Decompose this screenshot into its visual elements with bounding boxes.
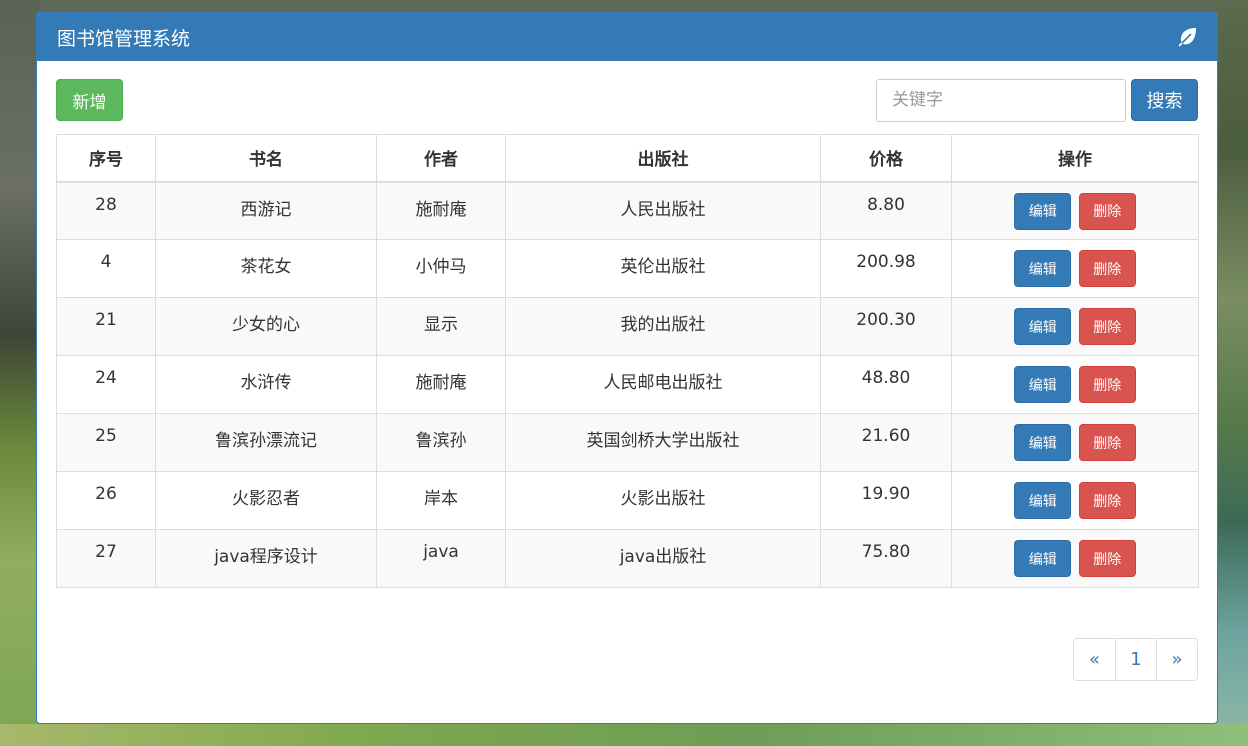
search-button[interactable]: 搜索 (1131, 79, 1198, 121)
panel-body: 新增 搜索 序号 书名 作者 出版社 价格 操作 (37, 61, 1217, 723)
cell-price: 8.80 (820, 181, 952, 240)
background-right (1214, 0, 1248, 746)
toolbar: 新增 搜索 (56, 78, 1198, 122)
edit-button[interactable]: 编辑 (1014, 424, 1072, 461)
delete-button[interactable]: 删除 (1078, 250, 1136, 287)
cell-title: 少女的心 (155, 297, 377, 356)
column-header-author: 作者 (376, 134, 506, 183)
delete-button[interactable]: 删除 (1078, 192, 1136, 230)
search-group: 搜索 (876, 78, 1198, 122)
cell-price: 200.98 (820, 239, 952, 298)
cell-publisher: 火影出版社 (505, 471, 821, 530)
cell-author: 施耐庵 (376, 355, 506, 414)
cell-price: 21.60 (820, 413, 952, 472)
page-title: 图书馆管理系统 (57, 27, 191, 50)
cell-price: 200.30 (820, 297, 952, 356)
table-row: 25 鲁滨孙漂流记 鲁滨孙 英国剑桥大学出版社 21.60 编辑 删除 (56, 413, 1199, 472)
cell-title: 茶花女 (155, 239, 377, 298)
cell-author: 施耐庵 (376, 181, 506, 240)
cell-price: 19.90 (820, 471, 952, 530)
cell-title: 西游记 (155, 181, 377, 240)
cell-publisher: 英国剑桥大学出版社 (505, 413, 821, 472)
background-bottom (0, 724, 1248, 746)
table-row: 4 茶花女 小仲马 英伦出版社 200.98 编辑 删除 (56, 239, 1199, 298)
cell-author: 小仲马 (376, 239, 506, 298)
table-row: 24 水浒传 施耐庵 人民邮电出版社 48.80 编辑 删除 (56, 355, 1199, 414)
cell-title: 火影忍者 (155, 471, 377, 530)
delete-button[interactable]: 删除 (1078, 424, 1136, 461)
column-header-actions: 操作 (951, 134, 1199, 183)
delete-button[interactable]: 删除 (1078, 366, 1136, 403)
background-left (0, 0, 40, 746)
cell-author: 鲁滨孙 (376, 413, 506, 472)
table-header-row: 序号 书名 作者 出版社 价格 操作 (56, 134, 1199, 183)
cell-actions: 编辑 删除 (951, 413, 1199, 472)
pagination-prev-button[interactable]: « (1074, 639, 1115, 680)
delete-button[interactable]: 删除 (1078, 540, 1136, 577)
leaf-icon (1177, 26, 1199, 48)
cell-id: 24 (56, 355, 156, 414)
cell-id: 25 (56, 413, 156, 472)
cell-actions: 编辑 删除 (951, 355, 1199, 414)
cell-actions: 编辑 删除 (951, 181, 1199, 240)
cell-title: 鲁滨孙漂流记 (155, 413, 377, 472)
cell-title: java程序设计 (155, 529, 377, 588)
table-row: 21 少女的心 显示 我的出版社 200.30 编辑 删除 (56, 297, 1199, 356)
table-row: 26 火影忍者 岸本 火影出版社 19.90 编辑 删除 (56, 471, 1199, 530)
table-row: 28 西游记 施耐庵 人民出版社 8.80 编辑 删除 (56, 181, 1199, 240)
column-header-price: 价格 (820, 134, 952, 183)
cell-publisher: 英伦出版社 (505, 239, 821, 298)
cell-actions: 编辑 删除 (951, 529, 1199, 588)
table-row: 27 java程序设计 java java出版社 75.80 编辑 删除 (56, 529, 1199, 588)
cell-id: 21 (56, 297, 156, 356)
cell-price: 48.80 (820, 355, 952, 414)
books-table: 序号 书名 作者 出版社 价格 操作 28 西游记 施耐庵 人民出版社 8.80… (56, 134, 1199, 588)
cell-actions: 编辑 删除 (951, 239, 1199, 298)
cell-title: 水浒传 (155, 355, 377, 414)
cell-author: 显示 (376, 297, 506, 356)
cell-publisher: 我的出版社 (505, 297, 821, 356)
cell-publisher: java出版社 (505, 529, 821, 588)
cell-id: 26 (56, 471, 156, 530)
column-header-title: 书名 (155, 134, 377, 183)
cell-publisher: 人民邮电出版社 (505, 355, 821, 414)
pagination: « 1 » (1073, 638, 1198, 681)
panel-heading: 图书馆管理系统 (37, 13, 1217, 61)
column-header-publisher: 出版社 (505, 134, 821, 183)
edit-button[interactable]: 编辑 (1014, 540, 1072, 577)
cell-price: 75.80 (820, 529, 952, 588)
cell-actions: 编辑 删除 (951, 471, 1199, 530)
add-button[interactable]: 新增 (56, 79, 123, 121)
pagination-next-button[interactable]: » (1156, 639, 1197, 680)
delete-button[interactable]: 删除 (1078, 482, 1136, 519)
column-header-id: 序号 (56, 134, 156, 183)
cell-id: 27 (56, 529, 156, 588)
edit-button[interactable]: 编辑 (1014, 308, 1072, 345)
edit-button[interactable]: 编辑 (1014, 250, 1072, 287)
cell-publisher: 人民出版社 (505, 181, 821, 240)
cell-author: java (376, 529, 506, 588)
delete-button[interactable]: 删除 (1078, 308, 1136, 345)
cell-id: 28 (56, 181, 156, 240)
cell-actions: 编辑 删除 (951, 297, 1199, 356)
edit-button[interactable]: 编辑 (1014, 366, 1072, 403)
cell-id: 4 (56, 239, 156, 298)
edit-button[interactable]: 编辑 (1014, 192, 1072, 230)
search-input[interactable] (876, 78, 1126, 122)
pagination-page-1[interactable]: 1 (1115, 639, 1156, 680)
edit-button[interactable]: 编辑 (1014, 482, 1072, 519)
main-panel: 图书馆管理系统 新增 搜索 序号 书名 (36, 12, 1218, 724)
cell-author: 岸本 (376, 471, 506, 530)
